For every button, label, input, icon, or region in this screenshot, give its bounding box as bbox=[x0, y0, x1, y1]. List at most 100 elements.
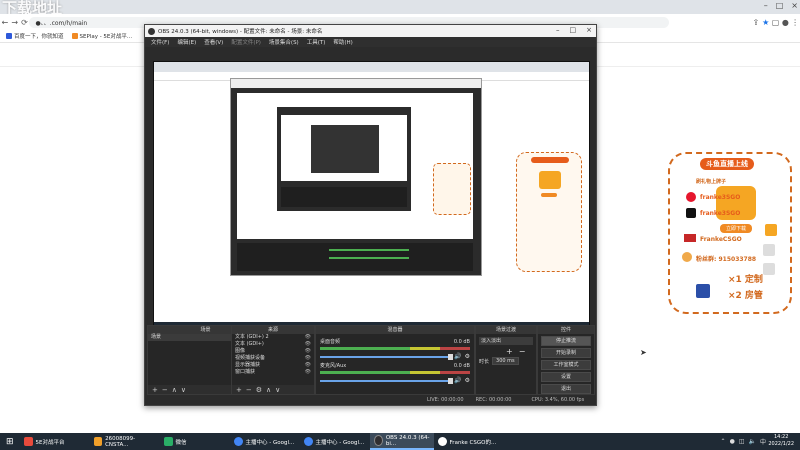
nested-obs-2 bbox=[277, 107, 411, 211]
taskbar-app[interactable]: 主播中心 - Googl... bbox=[230, 433, 300, 450]
tray-icon[interactable]: ● bbox=[730, 438, 735, 445]
taskbar-app[interactable]: 微信 bbox=[160, 433, 230, 450]
forward-icon[interactable]: → bbox=[10, 16, 20, 28]
visibility-icon: 👁 bbox=[304, 334, 311, 340]
menu-profile[interactable]: 配置文件(P) bbox=[231, 38, 261, 46]
taskbar-app[interactable]: 5E对战平台 bbox=[20, 433, 90, 450]
source-item[interactable]: 文本 (GDI+) 👁 bbox=[232, 341, 314, 348]
scene-up-button[interactable]: ∧ bbox=[172, 386, 177, 394]
stop-streaming-button[interactable]: 停止推流 bbox=[541, 336, 591, 346]
reload-icon[interactable]: ⟳ bbox=[20, 16, 30, 28]
source-up-button[interactable]: ∧ bbox=[266, 386, 271, 394]
bookmark-item[interactable]: 百度一下，你就知道 bbox=[6, 32, 64, 40]
transition-select[interactable]: 淡入淡出 bbox=[479, 337, 533, 345]
visibility-icon: 👁 bbox=[304, 369, 311, 375]
start-button[interactable]: ⊞ bbox=[0, 433, 20, 450]
exit-button[interactable]: 退出 bbox=[541, 384, 591, 394]
mixer-dock: 混音器 桌面音频 0.0 dB 🔊 ⚙ 麦克风/Aux 0.0 dB 🔊 ⚙ bbox=[315, 325, 475, 395]
scene-down-button[interactable]: ∨ bbox=[181, 386, 186, 394]
controls-dock-title: 控件 bbox=[538, 326, 594, 334]
network-icon[interactable]: ◫ bbox=[739, 438, 745, 445]
minimize-window-button[interactable]: – bbox=[764, 1, 768, 10]
source-item[interactable]: 窗口捕获 👁 bbox=[232, 369, 314, 376]
obs-icon bbox=[373, 435, 383, 446]
volume-slider[interactable] bbox=[320, 377, 454, 384]
uid-badge-icon bbox=[684, 234, 696, 242]
start-recording-button[interactable]: 开始录制 bbox=[541, 348, 591, 358]
back-icon[interactable]: ← bbox=[0, 16, 10, 28]
sources-dock: 来源 文本 (GDI+) 2 👁 文本 (GDI+) 👁 图像 👁 视频捕获设备 👁 显… bbox=[231, 325, 315, 395]
obs-title: OBS 24.0.3 (64-bit, windows) - 配置文件: 未命名… bbox=[158, 29, 323, 35]
volume-icon[interactable]: 🔈 bbox=[749, 438, 756, 445]
taskbar-app[interactable]: OBS 24.0.3 (64-bi... bbox=[369, 433, 434, 450]
menu-edit[interactable]: 编辑(E) bbox=[177, 38, 196, 46]
sources-dock-title: 来源 bbox=[232, 326, 314, 334]
studio-mode-button[interactable]: 工作室模式 bbox=[541, 360, 591, 370]
speaker-icon[interactable]: 🔊 bbox=[454, 353, 461, 360]
taskbar-app[interactable]: 26008099-CNSTA... bbox=[90, 433, 160, 450]
menu-scene-collection[interactable]: 场景集合(S) bbox=[269, 38, 299, 46]
clock[interactable]: 14:22 2022/1/22 bbox=[768, 434, 794, 448]
bookmark-item[interactable]: SEPlay - 5E对战平... bbox=[71, 32, 132, 40]
menu-help[interactable]: 帮助(H) bbox=[333, 38, 352, 46]
mixer-gear-icon[interactable]: ⚙ bbox=[465, 353, 470, 360]
clock-time: 14:22 bbox=[773, 434, 789, 440]
duration-input[interactable]: 300 ms bbox=[492, 357, 519, 365]
add-transition-button[interactable]: + bbox=[506, 347, 513, 356]
taskbar-app[interactable]: 主播中心 - Googl... bbox=[300, 433, 370, 450]
mouse-cursor-icon: ➤ bbox=[640, 348, 647, 357]
source-item[interactable]: 视频捕获设备 👁 bbox=[232, 355, 314, 362]
obs-title-bar: OBS 24.0.3 (64-bit, windows) - 配置文件: 未命名… bbox=[145, 25, 596, 37]
source-item[interactable]: 文本 (GDI+) 2 👁 bbox=[232, 334, 314, 341]
chrome-icon bbox=[233, 437, 243, 446]
profile-icon[interactable]: ● bbox=[780, 16, 790, 28]
promo-douyin: franke3SGO bbox=[700, 210, 741, 217]
add-source-button[interactable]: + bbox=[236, 386, 242, 394]
url-text: ●、、.com/h/main bbox=[35, 19, 88, 27]
taskbar-app[interactable]: Franke CSGO的... bbox=[434, 433, 504, 450]
ime-icon[interactable]: 中 bbox=[760, 437, 766, 446]
obs-logo-icon bbox=[148, 27, 155, 35]
close-window-button[interactable]: × bbox=[791, 1, 798, 10]
mixer-gear-icon[interactable]: ⚙ bbox=[465, 377, 470, 384]
promo-weibo: franke3SGO bbox=[700, 194, 741, 201]
remove-scene-button[interactable]: − bbox=[162, 386, 168, 394]
perk-icon bbox=[696, 284, 710, 298]
remove-source-button[interactable]: − bbox=[246, 386, 252, 394]
side-tool-icon[interactable] bbox=[763, 263, 775, 275]
maximize-window-button[interactable]: □ bbox=[776, 1, 784, 10]
obs-maximize-button[interactable]: □ bbox=[570, 26, 577, 34]
source-down-button[interactable]: ∨ bbox=[275, 386, 280, 394]
speaker-icon[interactable]: 🔊 bbox=[454, 377, 461, 384]
menu-file[interactable]: 文件(F) bbox=[151, 38, 169, 46]
settings-button[interactable]: 设置 bbox=[541, 372, 591, 382]
extension-icon[interactable]: ▢ bbox=[771, 16, 781, 28]
add-scene-button[interactable]: + bbox=[152, 386, 158, 394]
source-item[interactable]: 图像 👁 bbox=[232, 348, 314, 355]
audio-meter bbox=[320, 371, 470, 374]
cpu-status: CPU: 3.4%, 60.00 fps bbox=[531, 397, 585, 403]
play-side-icon bbox=[765, 224, 777, 236]
menu-icon[interactable]: ⋮ bbox=[790, 16, 800, 28]
obs-close-button[interactable]: × bbox=[586, 26, 592, 34]
tray-icon[interactable]: ⌃ bbox=[721, 438, 726, 445]
obs-minimize-button[interactable]: – bbox=[556, 26, 560, 34]
mixer-dock-title: 混音器 bbox=[316, 326, 474, 334]
bookmark-star-icon[interactable]: ★ bbox=[761, 16, 771, 28]
side-tool-icon[interactable] bbox=[763, 244, 775, 256]
transitions-dock-title: 场景过渡 bbox=[476, 326, 536, 334]
source-properties-gear-icon[interactable]: ⚙ bbox=[256, 386, 262, 394]
mixer-channel-name: 麦克风/Aux bbox=[320, 363, 347, 369]
share-icon[interactable]: ⇪ bbox=[751, 16, 761, 28]
menu-view[interactable]: 查看(V) bbox=[204, 38, 223, 46]
nested-promo-card bbox=[516, 152, 582, 272]
menu-tools[interactable]: 工具(T) bbox=[307, 38, 326, 46]
obs-status-bar: LIVE: 00:00:00 REC: 00:00:00 CPU: 3.4%, … bbox=[145, 395, 596, 405]
source-item[interactable]: 显示器捕获 👁 bbox=[232, 362, 314, 369]
nested-docks-2 bbox=[281, 187, 407, 207]
nested-preview-2 bbox=[281, 115, 407, 181]
obs-preview-canvas[interactable] bbox=[153, 61, 590, 335]
remove-transition-button[interactable]: − bbox=[519, 347, 526, 356]
volume-slider[interactable] bbox=[320, 353, 454, 360]
mixer-channel-db: 0.0 dB bbox=[453, 362, 470, 369]
